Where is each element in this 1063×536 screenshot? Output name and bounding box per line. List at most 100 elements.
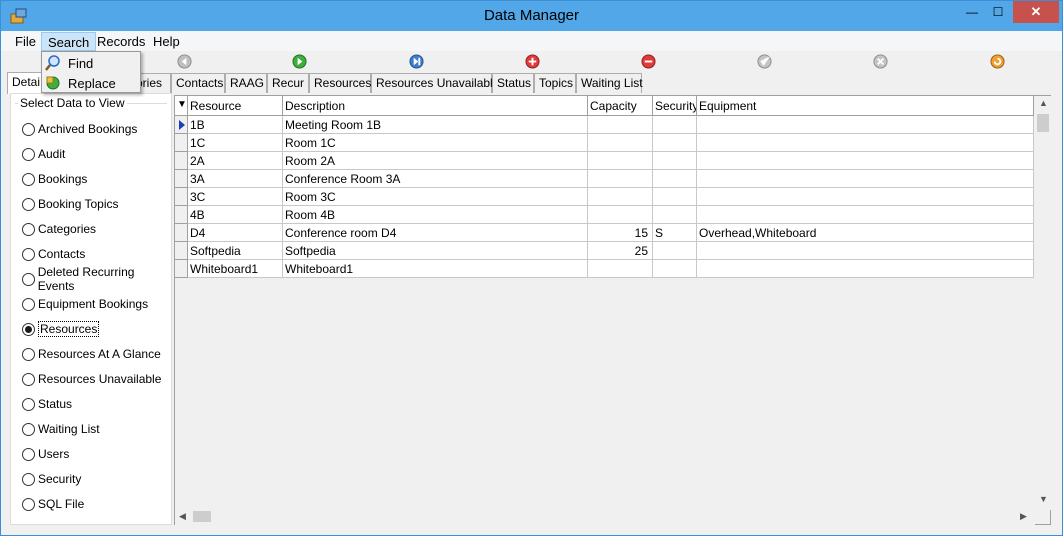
last-record-icon[interactable]: [409, 54, 424, 69]
cell-resource[interactable]: Whiteboard1: [188, 260, 283, 278]
radio-option[interactable]: Security: [22, 470, 81, 488]
radio-option[interactable]: Waiting List: [22, 420, 100, 438]
radio-button[interactable]: [22, 322, 35, 336]
cell-capacity[interactable]: [588, 260, 653, 278]
tab-contacts[interactable]: Contacts: [171, 73, 225, 93]
cell-equipment[interactable]: [697, 116, 1034, 134]
menu-search[interactable]: Search: [41, 32, 97, 51]
tab-recur[interactable]: Recur: [267, 73, 309, 93]
cell-resource[interactable]: Softpedia: [188, 242, 283, 260]
cell-resource[interactable]: 3A: [188, 170, 283, 188]
cell-equipment[interactable]: [697, 152, 1034, 170]
cell-description[interactable]: Meeting Room 1B: [283, 116, 588, 134]
cell-security[interactable]: [653, 134, 697, 152]
radio-button[interactable]: [22, 372, 35, 386]
radio-button[interactable]: [22, 147, 35, 161]
scroll-up-icon[interactable]: ▲: [1039, 98, 1048, 108]
cell-description[interactable]: Room 2A: [283, 152, 588, 170]
cell-equipment[interactable]: [697, 170, 1034, 188]
tab-status[interactable]: Status: [492, 73, 534, 93]
row-selector[interactable]: [175, 170, 188, 188]
scroll-down-icon[interactable]: ▼: [1039, 494, 1048, 504]
cell-description[interactable]: Conference Room 3A: [283, 170, 588, 188]
refresh-icon[interactable]: [990, 54, 1005, 69]
radio-option[interactable]: Audit: [22, 145, 65, 163]
cell-description[interactable]: Conference room D4: [283, 224, 588, 242]
cell-capacity[interactable]: [588, 206, 653, 224]
cell-capacity[interactable]: 25: [588, 242, 653, 260]
add-record-icon[interactable]: [525, 54, 540, 69]
vertical-scroll-thumb[interactable]: [1037, 114, 1049, 132]
close-button[interactable]: ✕: [1013, 1, 1059, 23]
cell-security[interactable]: [653, 170, 697, 188]
radio-option[interactable]: Categories: [22, 220, 96, 238]
menu-replace[interactable]: Replace: [44, 73, 139, 93]
cell-equipment[interactable]: Overhead,Whiteboard: [697, 224, 1034, 242]
cell-description[interactable]: Softpedia: [283, 242, 588, 260]
row-selector[interactable]: [175, 116, 188, 134]
cell-security[interactable]: S: [653, 224, 697, 242]
cell-security[interactable]: [653, 206, 697, 224]
cell-equipment[interactable]: [697, 206, 1034, 224]
cell-security[interactable]: [653, 116, 697, 134]
column-resource[interactable]: Resource: [188, 96, 283, 116]
first-record-icon[interactable]: [177, 54, 192, 69]
scroll-left-icon[interactable]: ◀: [179, 511, 186, 522]
tab-waiting-list[interactable]: Waiting List: [576, 73, 643, 93]
menu-help[interactable]: Help: [147, 32, 186, 51]
cell-capacity[interactable]: [588, 170, 653, 188]
scroll-right-icon[interactable]: ▶: [1020, 511, 1027, 522]
radio-button[interactable]: [22, 347, 35, 361]
radio-option[interactable]: Bookings: [22, 170, 87, 188]
radio-option[interactable]: Booking Topics: [22, 195, 119, 213]
radio-button[interactable]: [22, 172, 35, 186]
horizontal-scrollbar[interactable]: ◀ ▶: [175, 508, 1035, 525]
radio-button[interactable]: [22, 447, 35, 461]
row-selector[interactable]: [175, 188, 188, 206]
row-selector[interactable]: [175, 224, 188, 242]
radio-button[interactable]: [22, 197, 35, 211]
row-selector[interactable]: [175, 152, 188, 170]
cell-capacity[interactable]: [588, 134, 653, 152]
radio-button[interactable]: [22, 247, 35, 261]
cell-equipment[interactable]: [697, 260, 1034, 278]
row-selector[interactable]: [175, 242, 188, 260]
cancel-edit-icon[interactable]: [873, 54, 888, 69]
cell-equipment[interactable]: [697, 134, 1034, 152]
radio-option[interactable]: Resources Unavailable: [22, 370, 161, 388]
column-security[interactable]: Security: [653, 96, 697, 116]
maximize-button[interactable]: ☐: [985, 1, 1011, 23]
cell-capacity[interactable]: 15: [588, 224, 653, 242]
cell-description[interactable]: Whiteboard1: [283, 260, 588, 278]
row-selector[interactable]: [175, 134, 188, 152]
cell-equipment[interactable]: [697, 188, 1034, 206]
cell-security[interactable]: [653, 152, 697, 170]
cell-security[interactable]: [653, 188, 697, 206]
radio-button[interactable]: [22, 272, 35, 286]
menu-file[interactable]: File: [9, 32, 42, 51]
menu-find[interactable]: Find: [44, 53, 139, 73]
cell-description[interactable]: Room 4B: [283, 206, 588, 224]
delete-record-icon[interactable]: [641, 54, 656, 69]
radio-option[interactable]: Users: [22, 445, 69, 463]
row-selector[interactable]: [175, 206, 188, 224]
radio-button[interactable]: [22, 422, 35, 436]
edit-record-icon[interactable]: [757, 54, 772, 69]
radio-option[interactable]: Resources At A Glance: [22, 345, 161, 363]
menu-records[interactable]: Records: [91, 32, 151, 51]
radio-option[interactable]: SQL File: [22, 495, 84, 513]
cell-resource[interactable]: 3C: [188, 188, 283, 206]
title-bar[interactable]: Data Manager — ☐ ✕: [1, 1, 1062, 31]
cell-resource[interactable]: 1B: [188, 116, 283, 134]
radio-option[interactable]: Equipment Bookings: [22, 295, 148, 313]
cell-resource[interactable]: 2A: [188, 152, 283, 170]
cell-description[interactable]: Room 1C: [283, 134, 588, 152]
column-description[interactable]: Description: [283, 96, 588, 116]
minimize-button[interactable]: —: [959, 1, 985, 23]
tab-resources-unavailable[interactable]: Resources Unavailable: [371, 73, 499, 93]
row-selector[interactable]: [175, 260, 188, 278]
column-capacity[interactable]: Capacity: [588, 96, 653, 116]
radio-button[interactable]: [22, 122, 35, 136]
radio-button[interactable]: [22, 472, 35, 486]
tab-topics[interactable]: Topics: [534, 73, 576, 93]
